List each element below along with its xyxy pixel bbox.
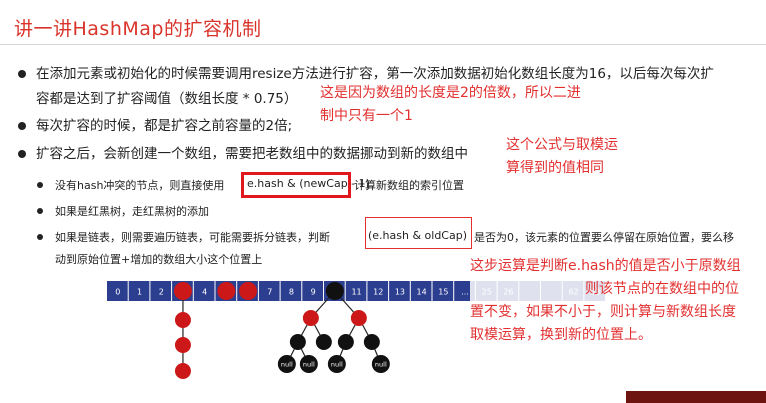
annotation-line: 则该节点的在数组中的位 <box>585 281 739 297</box>
array-index-label: 11 <box>351 288 361 297</box>
annotation-line: 这步运算是判断e.hash的值是否小于原数组 <box>470 258 741 274</box>
array-index-label: 8 <box>289 288 294 297</box>
array-index-label: 4 <box>202 288 207 297</box>
null-leaf-label: null <box>375 361 387 369</box>
array-index-label: 14 <box>417 288 427 297</box>
array-index-label: 13 <box>395 288 405 297</box>
bucket-node-red <box>173 282 192 300</box>
array-index-label: 7 <box>267 288 272 297</box>
array-index-label: ... <box>461 288 469 297</box>
rb-tree-node-red <box>302 310 319 326</box>
array-index-label: 2 <box>159 288 164 297</box>
null-leaf-label: null <box>303 361 315 369</box>
array-index-label: 12 <box>373 288 383 297</box>
array-index-label: 9 <box>311 288 316 297</box>
rb-tree-root <box>325 282 344 300</box>
rb-tree-node-black <box>363 334 380 350</box>
null-leaf-label: null <box>331 361 343 369</box>
array-index-label: 15 <box>438 288 448 297</box>
array-index-label: 0 <box>115 288 120 297</box>
array-index-label: 1 <box>137 288 142 297</box>
annotation-line: 置不变，如果不小于，则计算与新数组长度 <box>470 304 736 320</box>
rb-tree-node-red <box>350 310 367 326</box>
linked-list-node <box>174 337 191 353</box>
annotation-explanation: 这步运算是判断e.hash的值是否小于原数组 则该节点的在数组中的位 置不变，如… <box>470 255 741 347</box>
null-leaf-label: null <box>281 361 293 369</box>
slide-corner-bar <box>626 391 766 403</box>
linked-list-node <box>174 363 191 379</box>
linked-list-node <box>174 312 191 328</box>
rb-tree-node-black <box>289 334 306 350</box>
bucket-node-red <box>217 282 236 300</box>
bucket-node-red <box>239 282 258 300</box>
rb-tree-node-black <box>337 334 354 350</box>
annotation-line: 取模运算，换到新的位置上。 <box>470 327 652 343</box>
rb-tree-node-black <box>315 334 332 350</box>
